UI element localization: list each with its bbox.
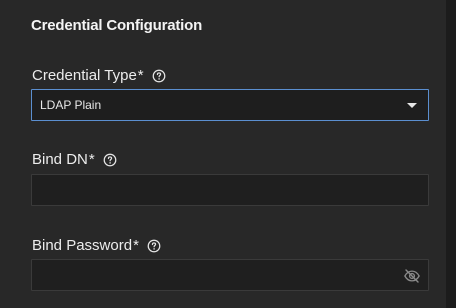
credential-type-selected-value: LDAP Plain bbox=[40, 98, 102, 112]
credential-type-label: Credential Type bbox=[32, 67, 137, 84]
section-title: Credential Configuration bbox=[31, 17, 203, 34]
credential-type-select[interactable]: LDAP Plain bbox=[31, 89, 429, 121]
required-asterisk: * bbox=[88, 151, 95, 168]
caret-down-icon[interactable] bbox=[407, 103, 417, 108]
credential-type-label-row: Credential Type * bbox=[32, 67, 166, 85]
help-circle-icon[interactable] bbox=[103, 153, 117, 167]
help-circle-icon[interactable] bbox=[152, 69, 166, 83]
bind-dn-label: Bind DN bbox=[32, 151, 88, 168]
eye-off-icon[interactable] bbox=[403, 267, 421, 285]
bind-password-label-row: Bind Password * bbox=[32, 237, 161, 255]
bind-dn-input[interactable] bbox=[32, 175, 428, 205]
required-asterisk: * bbox=[137, 67, 144, 84]
bind-password-input[interactable] bbox=[32, 260, 428, 290]
scrollbar-track[interactable] bbox=[446, 0, 456, 308]
credential-configuration-panel: Credential Configuration Credential Type… bbox=[0, 0, 446, 308]
bind-password-label: Bind Password bbox=[32, 237, 133, 254]
bind-password-field[interactable] bbox=[31, 259, 429, 291]
required-asterisk: * bbox=[133, 237, 139, 254]
bind-dn-field[interactable] bbox=[31, 174, 429, 206]
help-circle-icon[interactable] bbox=[147, 239, 161, 253]
bind-dn-label-row: Bind DN * bbox=[32, 151, 117, 169]
